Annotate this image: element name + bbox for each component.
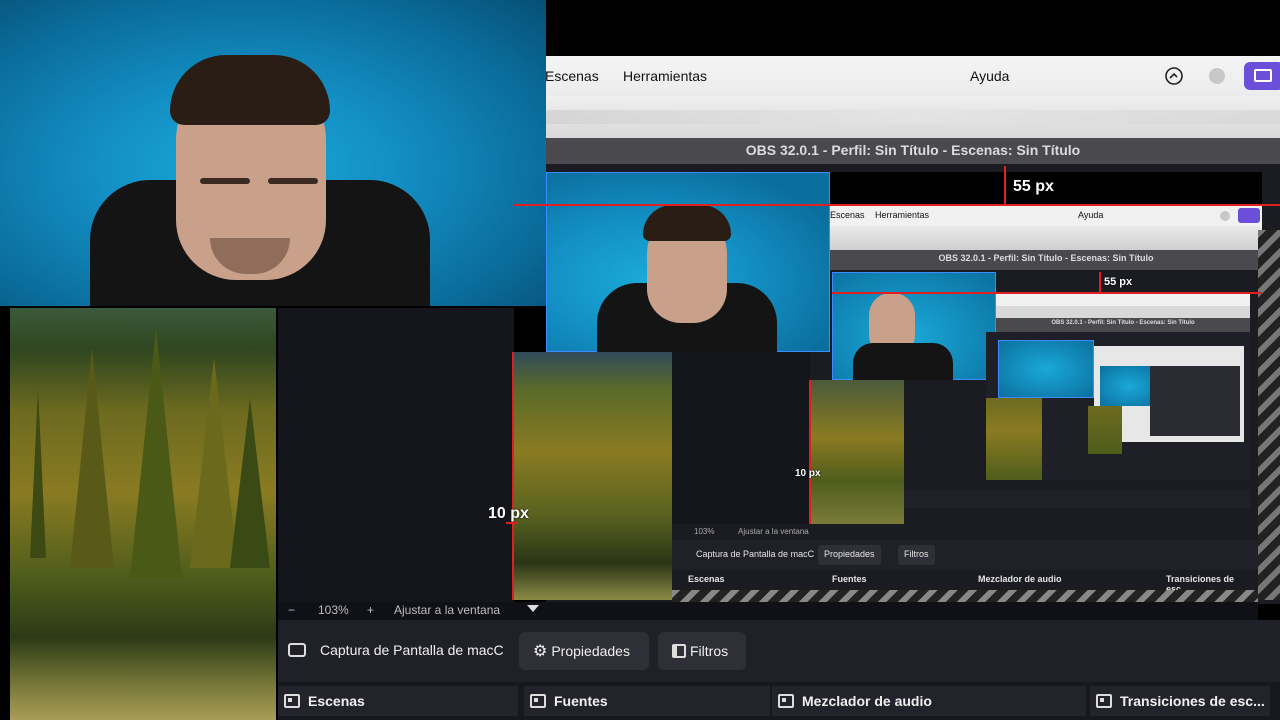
screen-share-icon[interactable] — [1244, 62, 1280, 90]
dock-escenas[interactable]: Escenas — [278, 686, 518, 716]
nested-source-bar: Captura de Pantalla de macC Propiedades … — [672, 540, 1258, 570]
nested-filters-button: Filtros — [898, 545, 935, 565]
obs-title-text: OBS 32.0.1 - Perfil: Sin Título - Escena… — [745, 142, 1081, 158]
nested-properties-button: Propiedades — [818, 545, 881, 565]
source-selector[interactable]: Captura de Pantalla de macC — [288, 642, 504, 658]
nested3-dock-bar — [904, 510, 1250, 522]
nested-menu-bar: Escenas Herramientas Ayuda — [830, 206, 1262, 226]
nested-toolbar-strip — [830, 226, 1262, 250]
nested-dock-bar: Escenas Fuentes Mezclador de audio Trans… — [672, 572, 1258, 594]
nested-record-icon — [1220, 211, 1230, 221]
dock-fuentes-label: Fuentes — [554, 693, 608, 709]
source-bar: Captura de Pantalla de macC ⚙ Propiedade… — [278, 620, 1280, 682]
zoom-bar: − 103% + Ajustar a la ventana — [278, 602, 1258, 620]
nested4-webcam-feed — [998, 340, 1094, 398]
obs-title-bar: OBS 32.0.1 - Perfil: Sin Título - Escena… — [546, 138, 1280, 164]
dock-icon — [778, 694, 794, 708]
nested-source-name: Captura de Pantalla de macC — [696, 549, 815, 559]
dock-transiciones-label: Transiciones de esc... — [1120, 693, 1265, 709]
zoom-in-button[interactable]: + — [367, 603, 374, 617]
menu-herramientas[interactable]: Herramientas — [623, 68, 707, 84]
fit-dropdown-chevron-icon[interactable] — [527, 605, 539, 612]
nested3-title-bar: OBS 32.0.1 - Perfil: Sin Título - Escena… — [996, 318, 1250, 332]
properties-button[interactable]: ⚙ Propiedades — [519, 632, 649, 670]
nested-webcam-feed — [546, 172, 830, 353]
nested-dock-fuentes: Fuentes — [832, 574, 867, 584]
mixer-icon[interactable] — [1164, 66, 1184, 86]
hatch-border-right — [1258, 230, 1280, 600]
nested-menu-escenas: Escenas — [830, 210, 865, 220]
nested3-source-bar — [904, 490, 1250, 508]
hatch-border-bottom — [672, 590, 1258, 602]
nested-title-bar: OBS 32.0.1 - Perfil: Sin Título - Escena… — [830, 250, 1262, 270]
toolbar-strip — [546, 96, 1280, 138]
nested-guide-line-top — [832, 292, 1262, 294]
nested-guide-line-vertical — [1099, 272, 1101, 294]
dock-transiciones[interactable]: Transiciones de esc... — [1090, 686, 1270, 716]
gear-icon: ⚙ — [533, 643, 548, 660]
nested-share-icon — [1238, 208, 1260, 223]
nested3-menu-bar — [996, 292, 1250, 306]
nested3-webcam-feed — [832, 272, 996, 381]
nested-zoom-bar: 103% Ajustar a la ventana — [672, 524, 810, 540]
nested-guide-label-left: 10 px — [795, 468, 821, 479]
record-status-icon[interactable] — [1209, 68, 1225, 84]
zoom-value: 103% — [318, 603, 349, 617]
dock-escenas-label: Escenas — [308, 693, 365, 709]
zoom-out-button[interactable]: − — [288, 603, 295, 617]
preview-canvas-empty — [278, 308, 514, 602]
nested3-forest-image — [810, 380, 904, 524]
guide-line-left — [512, 352, 514, 600]
dock-mezclador-label: Mezclador de audio — [802, 693, 932, 709]
nested-forest-image — [514, 352, 672, 600]
guide-label-left: 10 px — [488, 505, 529, 522]
guide-label-top: 55 px — [1013, 178, 1054, 195]
dock-icon — [1096, 694, 1112, 708]
filter-icon — [672, 644, 686, 658]
nested4-forest-image — [986, 398, 1042, 480]
nested-dock-mezclador: Mezclador de audio — [978, 574, 1062, 584]
dock-icon — [284, 694, 300, 708]
nested-dock-escenas: Escenas — [688, 574, 725, 584]
nested-canvas-empty — [672, 352, 810, 524]
nested5-forest-image — [1088, 406, 1122, 454]
menu-escenas[interactable]: Escenas — [545, 68, 599, 84]
nested3-canvas-empty — [904, 380, 986, 480]
nested-menu-ayuda: Ayuda — [1078, 210, 1104, 220]
properties-label: Propiedades — [551, 643, 630, 659]
nested-guide-label-top: 55 px — [1104, 276, 1133, 288]
dock-mezclador-audio[interactable]: Mezclador de audio — [772, 686, 1086, 716]
filters-label: Filtros — [690, 643, 729, 659]
dock-bar: Escenas Fuentes Mezclador de audio Trans… — [278, 682, 1280, 720]
nested6-preview — [1150, 366, 1240, 436]
dock-icon — [530, 694, 546, 708]
nested3-toolbar-strip — [996, 306, 1250, 318]
nested-title-text: OBS 32.0.1 - Perfil: Sin Título - Escena… — [938, 253, 1154, 263]
nested-zoom-value: 103% — [694, 527, 715, 536]
nested-fit-label: Ajustar a la ventana — [738, 527, 809, 536]
guide-line-top — [514, 204, 1280, 206]
fit-to-window-label[interactable]: Ajustar a la ventana — [394, 603, 500, 617]
guide-line-top-vertical — [1004, 166, 1006, 206]
nested-dock-transiciones: Transiciones de esc... — [1166, 574, 1235, 594]
webcam-feed — [0, 0, 546, 306]
filters-button[interactable]: Filtros — [658, 632, 746, 670]
source-name: Captura de Pantalla de macC — [320, 642, 504, 658]
nested-menu-herramientas: Herramientas — [875, 210, 930, 220]
nested3-title-text: OBS 32.0.1 - Perfil: Sin Título - Escena… — [1051, 320, 1195, 326]
forest-background-image — [10, 308, 276, 720]
monitor-icon — [288, 643, 306, 657]
menu-ayuda[interactable]: Ayuda — [970, 68, 1009, 84]
nested-guide-line-left — [809, 380, 811, 524]
dock-fuentes[interactable]: Fuentes — [524, 686, 770, 716]
